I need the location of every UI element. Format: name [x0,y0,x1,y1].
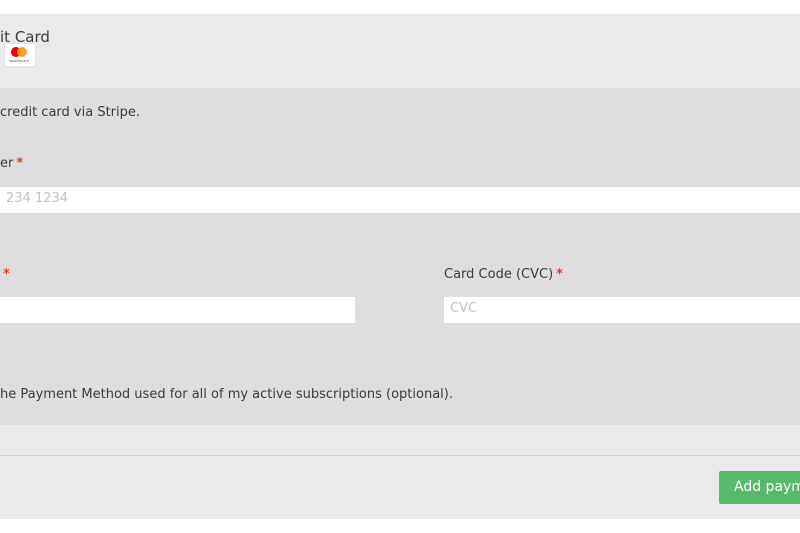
card-number-placeholder: 234 1234 [6,191,69,206]
card-number-label: er * [0,155,23,173]
expiry-required-marker: * [3,267,10,282]
payment-method-header [0,14,800,88]
payment-fields-panel [0,88,800,425]
card-number-required-marker: * [16,156,24,171]
mastercard-logo-text: mastercard [9,59,29,63]
payment-form-page: it Card mastercard credit card via Strip… [0,0,800,533]
form-actions-divider [0,455,800,456]
mastercard-orange-circle-icon [17,47,27,57]
add-payment-method-button[interactable]: Add paym [719,471,800,504]
card-number-input[interactable]: 234 1234 [0,187,800,213]
cvc-label: Card Code (CVC) * [444,266,563,284]
card-number-label-text: er [0,156,14,171]
form-actions-panel [0,425,800,519]
mastercard-icon: mastercard [5,44,35,66]
expiry-input[interactable] [0,297,355,323]
cvc-required-marker: * [556,267,563,282]
cvc-placeholder: CVC [450,301,478,316]
save-payment-method-label[interactable]: he Payment Method used for all of my act… [0,386,453,404]
cvc-input[interactable]: CVC [444,297,800,323]
payment-method-description: credit card via Stripe. [0,105,141,120]
expiry-label: * [0,266,10,284]
cvc-label-text: Card Code (CVC) [444,267,554,282]
